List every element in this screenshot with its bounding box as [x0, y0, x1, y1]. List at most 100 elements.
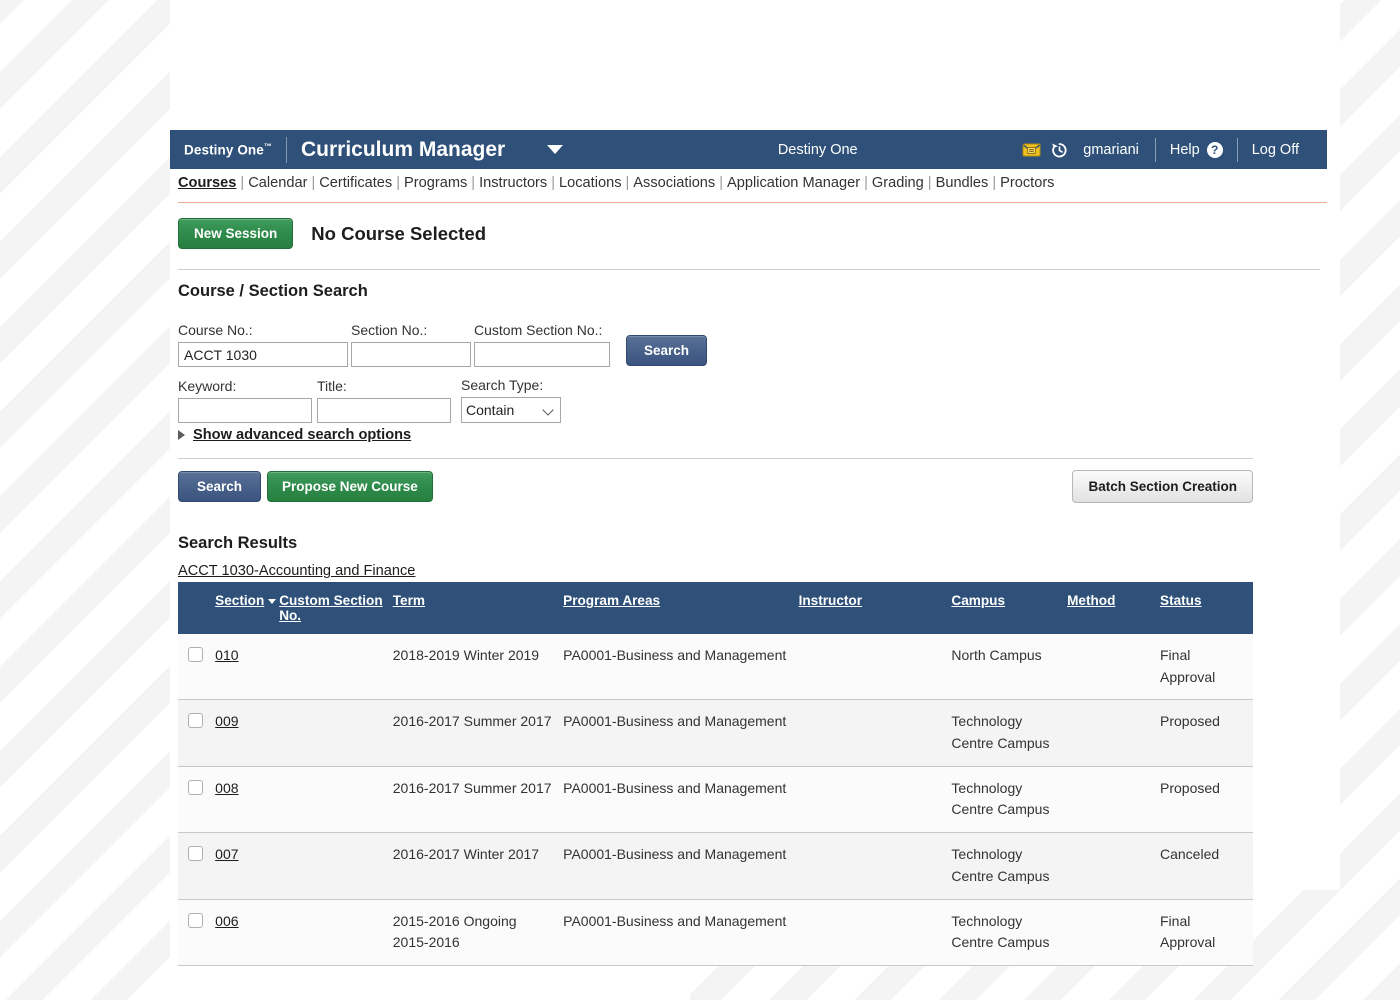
show-advanced-search-toggle[interactable]: Show advanced search options	[178, 427, 411, 443]
batch-section-creation-button[interactable]: Batch Section Creation	[1072, 470, 1253, 503]
section-link[interactable]: 009	[215, 713, 238, 729]
brand-trademark: ™	[264, 142, 272, 151]
column-header-method[interactable]: Method	[1067, 582, 1160, 634]
table-row: 0072016-2017 Winter 2017PA0001-Business …	[178, 833, 1253, 899]
row-checkbox[interactable]	[188, 780, 203, 795]
custom-section-no-field-group: Custom Section No.:	[474, 322, 610, 367]
mail-icon[interactable]	[1022, 141, 1041, 158]
help-label: Help	[1170, 142, 1200, 158]
navbar-center-label: Destiny One	[563, 142, 1022, 158]
course-no-input[interactable]	[178, 342, 348, 367]
table-row: 006 2015-2016 Ongoing 2015-2016PA0001-Bus…	[178, 899, 1253, 965]
app-title: Curriculum Manager	[301, 138, 505, 162]
section-link[interactable]: 010	[215, 647, 238, 663]
brand-divider	[286, 137, 287, 163]
results-table-body: 0102018-2019 Winter 2019PA0001-Business …	[178, 634, 1253, 965]
custom-cell	[279, 700, 393, 766]
campus-cell: North Campus	[951, 634, 1067, 700]
question-circle-icon: ?	[1207, 142, 1223, 158]
section-divider	[178, 458, 1253, 459]
menu-item-programs[interactable]: Programs	[404, 175, 467, 191]
menu-item-certificates[interactable]: Certificates	[319, 175, 392, 191]
course-title-link[interactable]: ACCT 1030-Accounting and Finance	[178, 563, 415, 579]
menu-item-courses[interactable]: Courses	[178, 175, 236, 191]
custom-section-no-label: Custom Section No.:	[474, 322, 610, 338]
menu-separator: |	[392, 175, 404, 191]
row-checkbox[interactable]	[188, 713, 203, 728]
column-header-status-label: Status	[1160, 593, 1202, 608]
brand-product: Destiny One	[184, 142, 264, 157]
column-header-section[interactable]: Section	[215, 582, 279, 634]
instructor-cell	[799, 833, 952, 899]
menu-separator: |	[924, 175, 936, 191]
propose-new-course-button[interactable]: Propose New Course	[267, 471, 433, 502]
title-input[interactable]	[317, 398, 451, 423]
row-checkbox[interactable]	[188, 913, 203, 928]
row-checkbox[interactable]	[188, 647, 203, 662]
row-checkbox[interactable]	[188, 846, 203, 861]
program-cell: PA0001-Business and Management	[563, 833, 798, 899]
instructor-cell	[799, 899, 952, 965]
search-button-top[interactable]: Search	[626, 335, 707, 366]
custom-section-no-input[interactable]	[474, 342, 610, 367]
keyword-field-group: Keyword:	[178, 378, 312, 423]
course-no-field-group: Course No.:	[178, 322, 348, 367]
logoff-button[interactable]: Log Off	[1238, 142, 1313, 158]
custom-cell	[279, 899, 393, 965]
method-cell	[1067, 833, 1160, 899]
program-cell: PA0001-Business and Management	[563, 899, 798, 965]
column-header-status[interactable]: Status	[1160, 582, 1253, 634]
term-cell: 2016-2017 Summer 2017	[393, 766, 563, 832]
show-advanced-search-label: Show advanced search options	[193, 427, 411, 443]
chevron-down-icon[interactable]	[547, 145, 563, 154]
search-results-heading: Search Results	[178, 534, 297, 553]
course-section-search-form: Course No.: Section No.: Custom Section …	[178, 322, 707, 423]
method-cell	[1067, 766, 1160, 832]
column-header-program-areas[interactable]: Program Areas	[563, 582, 798, 634]
table-row: 0102018-2019 Winter 2019PA0001-Business …	[178, 634, 1253, 700]
column-header-term-label: Term	[393, 593, 425, 608]
campus-cell: Technology Centre Campus	[951, 700, 1067, 766]
menu-item-proctors[interactable]: Proctors	[1000, 175, 1054, 191]
search-type-field-group: Search Type: ContainExactStart With	[461, 377, 561, 423]
section-no-input[interactable]	[351, 342, 471, 367]
row-checkbox-cell	[178, 899, 215, 965]
status-cell: Canceled	[1160, 833, 1253, 899]
column-header-checkbox	[178, 582, 215, 634]
menu-item-bundles[interactable]: Bundles	[936, 175, 989, 191]
keyword-input[interactable]	[178, 398, 312, 423]
title-label: Title:	[317, 378, 451, 394]
column-header-term[interactable]: Term	[393, 582, 563, 634]
instructor-cell	[799, 700, 952, 766]
menu-item-associations[interactable]: Associations	[633, 175, 715, 191]
history-icon[interactable]	[1050, 141, 1069, 159]
help-button[interactable]: Help ?	[1156, 142, 1237, 158]
new-session-button[interactable]: New Session	[178, 218, 293, 249]
menu-item-calendar[interactable]: Calendar	[248, 175, 307, 191]
search-section-heading: Course / Section Search	[178, 282, 368, 301]
search-row-2: Keyword: Title: Search Type: ContainExac…	[178, 377, 707, 423]
term-cell: 2015-2016 Ongoing 2015-2016	[393, 899, 563, 965]
search-type-select[interactable]: ContainExactStart With	[461, 397, 561, 423]
menu-item-instructors[interactable]: Instructors	[479, 175, 547, 191]
menu-item-locations[interactable]: Locations	[559, 175, 621, 191]
search-action-row: Search Propose New Course Batch Section …	[178, 470, 1253, 503]
menu-item-grading[interactable]: Grading	[872, 175, 924, 191]
session-bar: New Session No Course Selected	[178, 218, 1320, 270]
column-header-campus-label: Campus	[951, 593, 1005, 608]
section-link[interactable]: 008	[215, 780, 238, 796]
campus-cell: Technology Centre Campus	[951, 766, 1067, 832]
campus-cell: Technology Centre Campus	[951, 899, 1067, 965]
status-cell: Final Approval	[1160, 899, 1253, 965]
section-link[interactable]: 006	[215, 913, 238, 929]
instructor-cell	[799, 766, 952, 832]
column-header-instructor[interactable]: Instructor	[799, 582, 952, 634]
term-cell: 2016-2017 Summer 2017	[393, 700, 563, 766]
column-header-custom-section-no[interactable]: Custom Section No.	[279, 582, 393, 634]
section-link[interactable]: 007	[215, 846, 238, 862]
search-type-label: Search Type:	[461, 377, 561, 393]
column-header-campus[interactable]: Campus	[951, 582, 1067, 634]
search-button[interactable]: Search	[178, 471, 261, 502]
status-cell: Proposed	[1160, 766, 1253, 832]
menu-item-application-manager[interactable]: Application Manager	[727, 175, 860, 191]
